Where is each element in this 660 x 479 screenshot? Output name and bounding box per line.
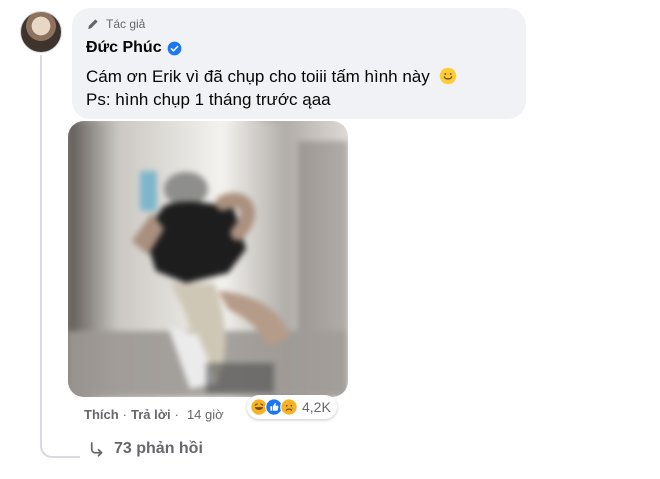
comment-line-1: Cám ơn Erik vì đã chụp cho toiii tấm hìn… <box>86 65 457 88</box>
comment-bubble: Tác giả Đức Phúc Cám ơn Erik vì đã chụp … <box>72 8 526 119</box>
comment-actions: Thích · Trả lời · 14 giờ <box>84 407 224 422</box>
thread-elbow <box>40 446 80 458</box>
pen-icon <box>88 19 98 29</box>
view-replies-button[interactable]: 73 phản hồi <box>88 440 203 458</box>
reaction-summary[interactable]: 4,2K <box>247 395 337 419</box>
action-separator: · <box>174 407 179 422</box>
author-tag-label: Tác giả <box>106 17 146 31</box>
like-action[interactable]: Thích <box>84 407 119 422</box>
reaction-count: 4,2K <box>302 399 331 415</box>
sad-icon <box>280 398 298 416</box>
verified-badge-icon <box>167 41 181 55</box>
author-avatar[interactable] <box>20 11 62 53</box>
reply-action[interactable]: Trả lời <box>131 407 171 422</box>
thread-line <box>40 55 42 447</box>
comment-text: Cám ơn Erik vì đã chụp cho toiii tấm hìn… <box>86 65 457 111</box>
author-name-row[interactable]: Đức Phúc <box>86 39 182 57</box>
timestamp[interactable]: 14 giờ <box>187 407 224 422</box>
action-separator: · <box>122 407 128 422</box>
comment-photo[interactable] <box>68 121 348 397</box>
author-name[interactable]: Đức Phúc <box>86 39 162 57</box>
author-tag: Tác giả <box>86 17 145 31</box>
replies-count-label[interactable]: 73 phản hồi <box>114 440 203 458</box>
reply-arrow-icon <box>90 442 103 457</box>
comment-line-1-text: Cám ơn Erik vì đã chụp cho toiii tấm hìn… <box>86 67 430 86</box>
slightly-smiling-face-icon <box>439 67 456 85</box>
blurred-photo-scene <box>68 121 348 397</box>
comment-line-2: Ps: hình chụp 1 tháng trước ąaa <box>86 90 331 109</box>
